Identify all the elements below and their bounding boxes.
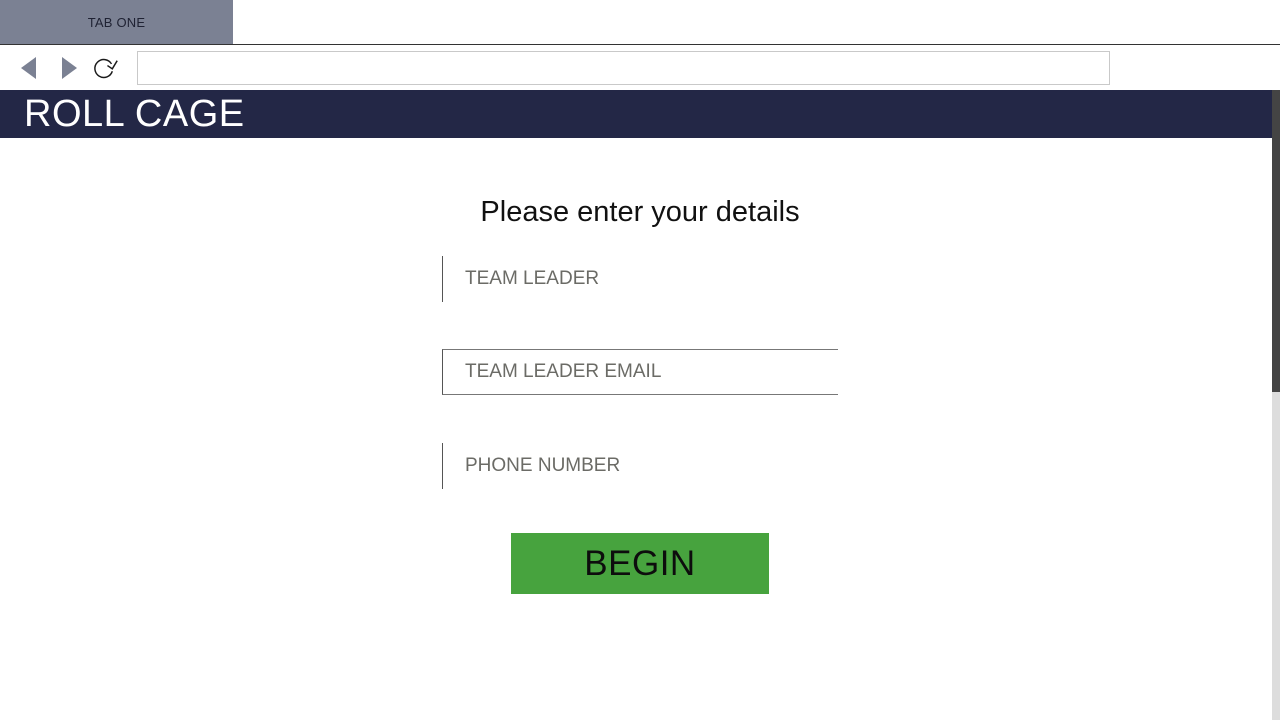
team-leader-input[interactable] xyxy=(442,256,838,302)
begin-button[interactable]: BEGIN xyxy=(511,533,769,594)
team-leader-email-input[interactable] xyxy=(442,349,838,395)
site-header: ROLL CAGE xyxy=(0,90,1272,138)
forward-arrow-icon xyxy=(62,57,77,79)
tab-one[interactable]: TAB ONE xyxy=(0,0,233,44)
scrollbar-thumb[interactable] xyxy=(1272,90,1280,392)
address-bar[interactable] xyxy=(137,51,1110,85)
tab-bar: TAB ONE xyxy=(0,0,1280,45)
main-content: Please enter your details BEGIN xyxy=(0,138,1272,720)
back-button[interactable] xyxy=(16,55,42,81)
form-title: Please enter your details xyxy=(480,196,800,228)
forward-button[interactable] xyxy=(56,55,82,81)
scrollbar[interactable] xyxy=(1272,90,1280,720)
tab-label: TAB ONE xyxy=(87,14,146,30)
reload-icon xyxy=(94,58,118,79)
phone-number-input[interactable] xyxy=(442,443,838,489)
navigation-bar xyxy=(0,45,1280,90)
brand-logo: ROLL CAGE xyxy=(24,93,245,135)
back-arrow-icon xyxy=(21,57,36,79)
reload-button[interactable] xyxy=(92,55,118,81)
